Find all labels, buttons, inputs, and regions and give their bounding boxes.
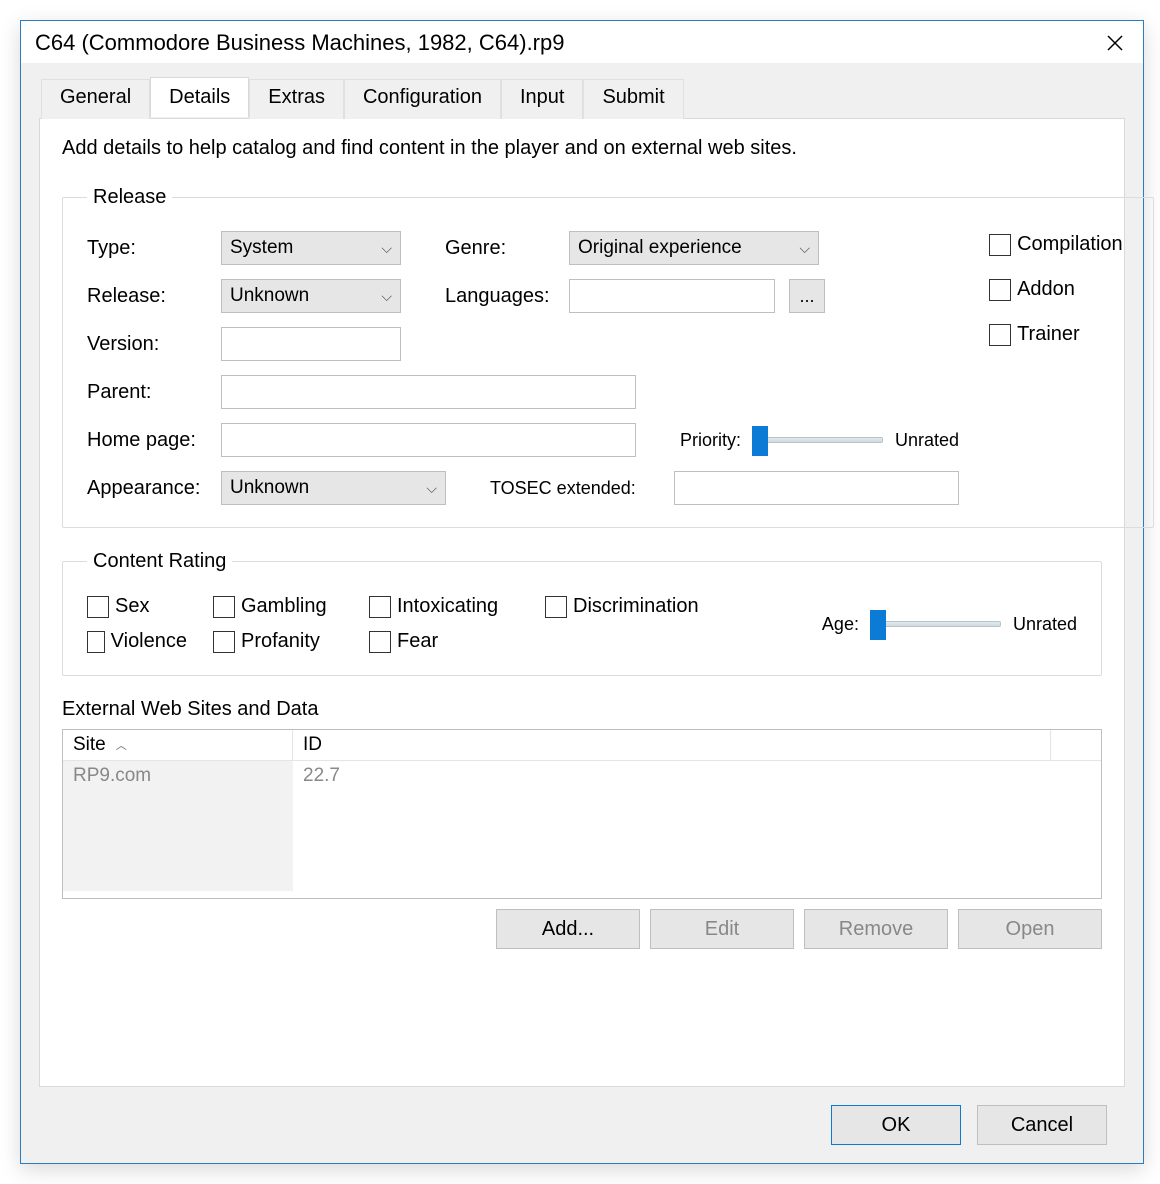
release-group: Release Type: System ⌵ Genre: Original e…: [62, 186, 1154, 528]
checkbox-box: [213, 596, 235, 618]
chevron-down-icon: ⌵: [381, 240, 392, 257]
open-button[interactable]: Open: [958, 909, 1102, 949]
close-icon: [1106, 34, 1124, 52]
tosec-input[interactable]: [674, 471, 959, 505]
checkbox-box: [87, 631, 105, 653]
table-header: Site︿ ID: [63, 730, 1101, 761]
dialog-body: General Details Extras Configuration Inp…: [21, 63, 1143, 1163]
checkbox-box: [369, 631, 391, 653]
tab-configuration[interactable]: Configuration: [344, 79, 501, 119]
column-spacer: [1051, 730, 1101, 760]
type-label: Type:: [87, 237, 207, 260]
tab-input[interactable]: Input: [501, 79, 583, 119]
addon-label: Addon: [1017, 278, 1075, 301]
checkbox-discrimination[interactable]: Discrimination: [545, 595, 699, 618]
languages-label: Languages:: [445, 285, 555, 308]
titlebar: C64 (Commodore Business Machines, 1982, …: [21, 21, 1143, 63]
homepage-label: Home page:: [87, 429, 207, 452]
details-panel: Add details to help catalog and find con…: [39, 118, 1125, 1087]
content-rating-group: Content Rating Sex Gambling Intoxicating…: [62, 550, 1102, 676]
priority-slider[interactable]: [753, 437, 883, 443]
column-site-header[interactable]: Site︿: [63, 730, 293, 760]
checkbox-box: [989, 279, 1011, 301]
appearance-value: Unknown: [230, 477, 309, 499]
genre-label: Genre:: [445, 237, 555, 260]
tab-strip: General Details Extras Configuration Inp…: [39, 79, 1125, 119]
release-select[interactable]: Unknown ⌵: [221, 279, 401, 313]
trainer-label: Trainer: [1017, 323, 1080, 346]
column-id-header[interactable]: ID: [293, 730, 1051, 760]
cell-site: RP9.com: [63, 761, 293, 891]
appearance-select[interactable]: Unknown ⌵: [221, 471, 446, 505]
genre-select[interactable]: Original experience ⌵: [569, 231, 819, 265]
content-rating-legend: Content Rating: [87, 550, 232, 573]
chevron-down-icon: ⌵: [381, 288, 392, 305]
tab-extras[interactable]: Extras: [249, 79, 344, 119]
checkbox-compilation[interactable]: Compilation: [989, 233, 1129, 256]
checkbox-box: [989, 234, 1011, 256]
checkbox-fear[interactable]: Fear: [369, 630, 438, 653]
intro-text: Add details to help catalog and find con…: [62, 137, 1102, 160]
tab-general[interactable]: General: [41, 79, 150, 119]
priority-label: Priority:: [680, 430, 741, 451]
checkbox-box: [545, 596, 567, 618]
languages-browse-button[interactable]: ...: [789, 279, 825, 313]
external-legend: External Web Sites and Data: [62, 698, 1102, 721]
appearance-label: Appearance:: [87, 477, 207, 500]
parent-label: Parent:: [87, 381, 207, 404]
age-slider[interactable]: [871, 621, 1001, 627]
edit-button[interactable]: Edit: [650, 909, 794, 949]
checkbox-box: [989, 324, 1011, 346]
parent-input[interactable]: [221, 375, 636, 409]
table-row[interactable]: RP9.com 22.7: [63, 761, 1101, 891]
sort-asc-icon: ︿: [116, 737, 127, 753]
compilation-label: Compilation: [1017, 233, 1123, 256]
dialog-footer: OK Cancel: [39, 1087, 1125, 1163]
release-label: Release:: [87, 285, 207, 308]
slider-thumb[interactable]: [870, 610, 886, 640]
checkbox-trainer[interactable]: Trainer: [989, 323, 1129, 346]
type-select[interactable]: System ⌵: [221, 231, 401, 265]
external-buttons: Add... Edit Remove Open: [62, 909, 1102, 949]
dialog: C64 (Commodore Business Machines, 1982, …: [20, 20, 1144, 1164]
homepage-input[interactable]: [221, 423, 636, 457]
type-value: System: [230, 237, 293, 259]
checkbox-addon[interactable]: Addon: [989, 278, 1129, 301]
checkbox-violence[interactable]: Violence: [87, 630, 187, 653]
version-input[interactable]: [221, 327, 401, 361]
ok-button[interactable]: OK: [831, 1105, 961, 1145]
chevron-down-icon: ⌵: [426, 480, 437, 497]
window-title: C64 (Commodore Business Machines, 1982, …: [35, 30, 564, 56]
age-label: Age:: [822, 614, 859, 635]
remove-button[interactable]: Remove: [804, 909, 948, 949]
tab-details[interactable]: Details: [150, 77, 249, 117]
tab-submit[interactable]: Submit: [583, 79, 683, 119]
checkbox-box: [369, 596, 391, 618]
add-button[interactable]: Add...: [496, 909, 640, 949]
chevron-down-icon: ⌵: [799, 240, 810, 257]
release-value: Unknown: [230, 285, 309, 307]
genre-value: Original experience: [578, 237, 742, 259]
checkbox-sex[interactable]: Sex: [87, 595, 187, 618]
checkbox-intoxicating[interactable]: Intoxicating: [369, 595, 519, 618]
checkbox-box: [213, 631, 235, 653]
tosec-label: TOSEC extended:: [490, 478, 660, 499]
release-legend: Release: [87, 186, 172, 209]
cancel-button[interactable]: Cancel: [977, 1105, 1107, 1145]
version-label: Version:: [87, 333, 207, 356]
external-sites-table[interactable]: Site︿ ID RP9.com 22.7: [62, 729, 1102, 899]
age-value: Unrated: [1013, 614, 1077, 635]
cell-id: 22.7: [293, 761, 1101, 891]
priority-value: Unrated: [895, 430, 959, 451]
languages-input[interactable]: [569, 279, 775, 313]
checkbox-gambling[interactable]: Gambling: [213, 595, 343, 618]
slider-thumb[interactable]: [752, 426, 768, 456]
checkbox-box: [87, 596, 109, 618]
checkbox-profanity[interactable]: Profanity: [213, 630, 343, 653]
close-button[interactable]: [1101, 29, 1129, 57]
